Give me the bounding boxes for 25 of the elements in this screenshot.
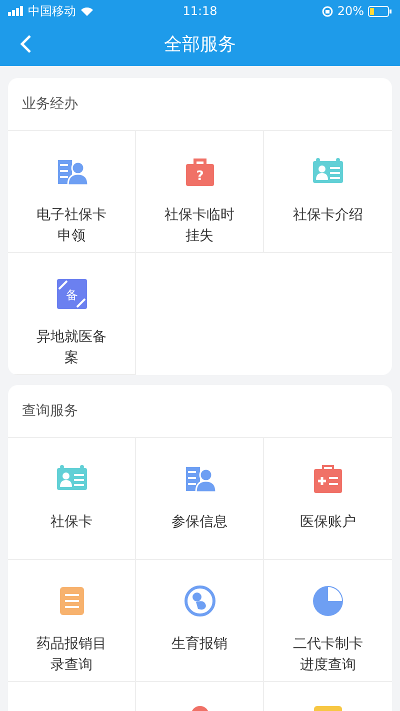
service-label[interactable]: 社保卡: [34, 512, 110, 533]
service-label[interactable]: 电子社保卡申领: [34, 205, 110, 247]
signal-icon: [8, 6, 24, 16]
section-title: 业务经办: [8, 78, 392, 131]
pie-chart-icon: [311, 584, 345, 618]
service-label[interactable]: 生育报销: [162, 634, 238, 655]
service-label[interactable]: 医保账户: [290, 512, 366, 533]
rotation-lock-icon: [322, 6, 334, 16]
service-label[interactable]: 二代卡制卡进度查询: [290, 634, 366, 676]
clock-time: 11:18: [182, 4, 218, 18]
back-chevron-icon: [20, 34, 32, 54]
service-label[interactable]: 社保卡介绍: [290, 205, 366, 226]
wifi-icon: [80, 6, 94, 16]
battery-percent: 20%: [337, 4, 364, 18]
medical-card-icon: [311, 462, 345, 496]
baby-icon: [182, 584, 216, 618]
transfer-icon: 备: [54, 277, 88, 311]
carrier-name: 中国移动: [28, 2, 76, 20]
service-label[interactable]: 参保信息: [162, 512, 238, 533]
page-title: 全部服务: [164, 33, 236, 56]
service-label[interactable]: 药品报销目录查询: [34, 634, 110, 676]
service-label[interactable]: 社保卡临时挂失: [162, 205, 238, 247]
battery-icon: [368, 6, 392, 16]
service-label[interactable]: 异地就医备案: [34, 327, 110, 369]
section-title: 查询服务: [8, 385, 392, 438]
